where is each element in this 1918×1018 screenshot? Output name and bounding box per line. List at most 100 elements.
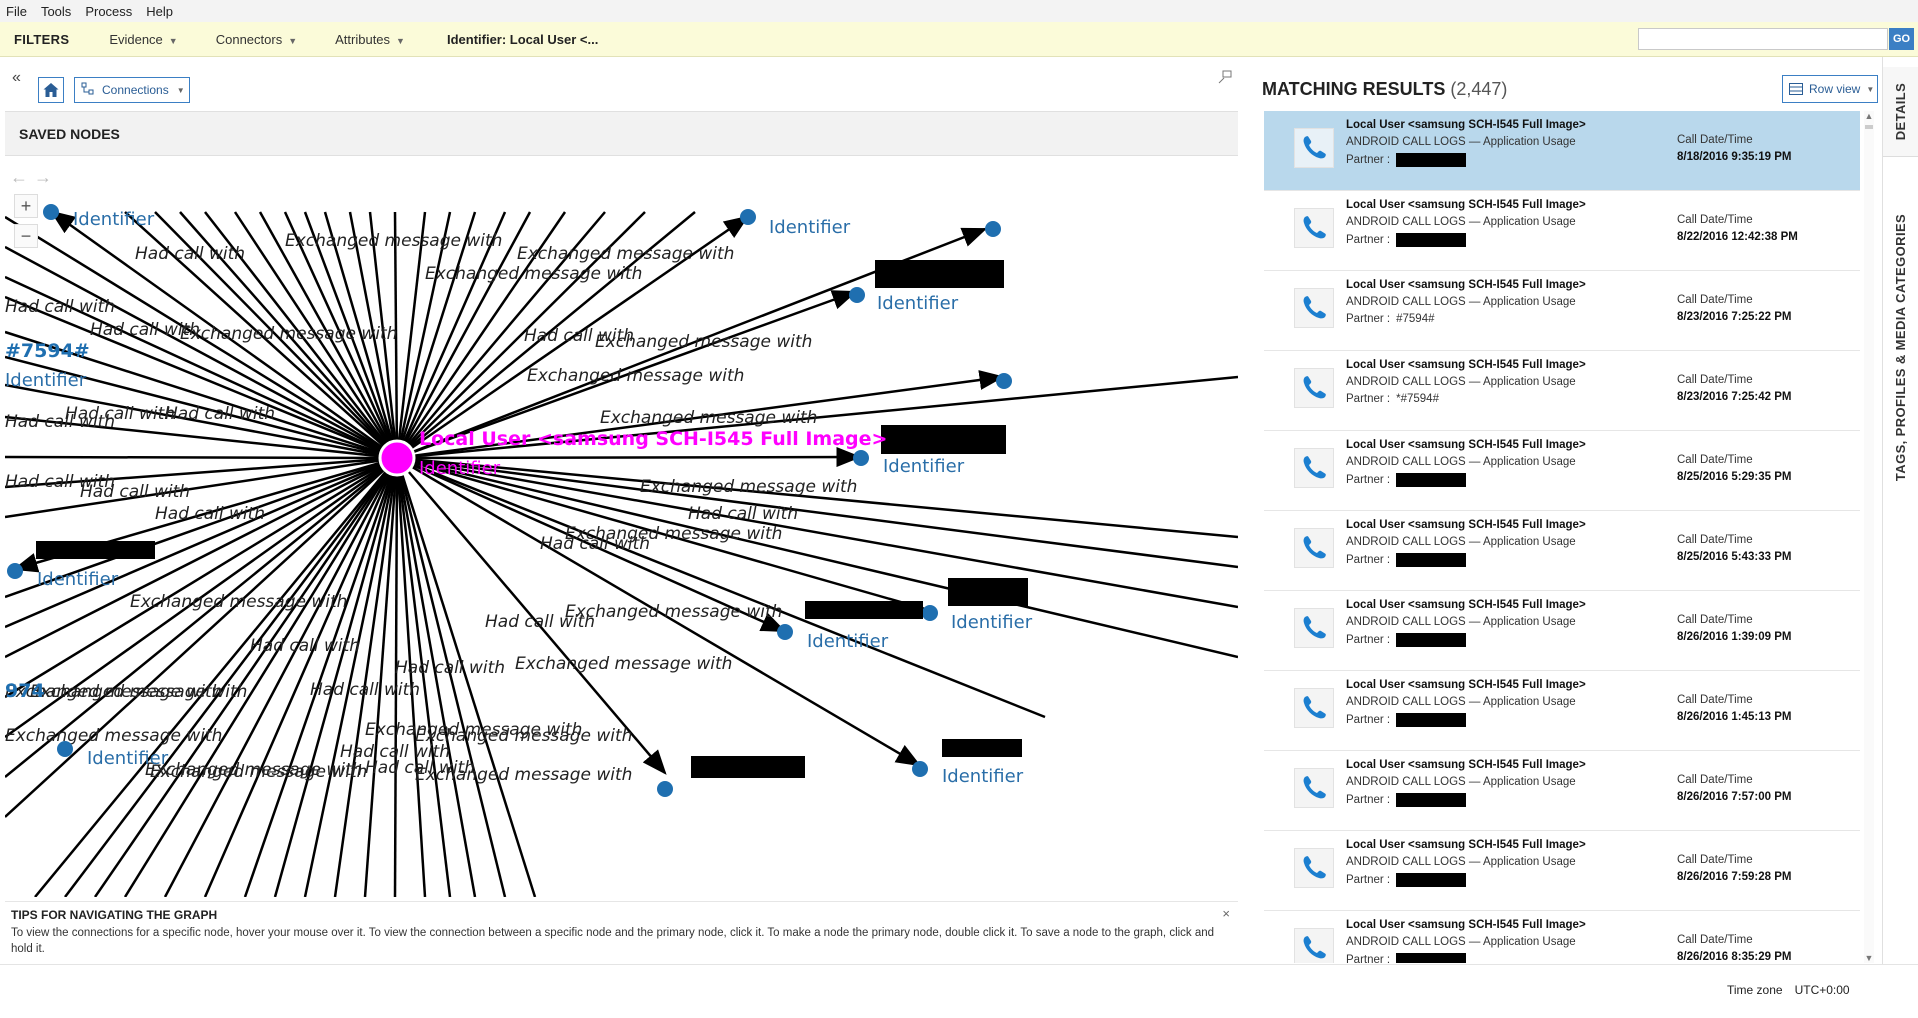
edge-label: Exchanged message with	[640, 477, 857, 497]
result-date: 8/23/2016 7:25:22 PM	[1677, 311, 1792, 323]
partner-value: #7594#	[1396, 313, 1435, 325]
node-identifier-label[interactable]: Identifier	[877, 293, 959, 314]
date-label: Call Date/Time	[1677, 134, 1753, 146]
menu-file[interactable]: File	[6, 4, 27, 19]
result-title: Local User <samsung SCH-I545 Full Image>	[1346, 759, 1586, 771]
result-row[interactable]: Local User <samsung SCH-I545 Full Image>…	[1264, 591, 1860, 671]
node-identifier-label[interactable]: Identifier	[951, 612, 1033, 633]
graph-node[interactable]	[57, 741, 73, 757]
graph-node[interactable]	[985, 221, 1001, 237]
graph-node[interactable]	[996, 373, 1012, 389]
zoom-out-button[interactable]: −	[14, 224, 38, 248]
result-title: Local User <samsung SCH-I545 Full Image>	[1346, 119, 1586, 131]
graph-node[interactable]	[740, 209, 756, 225]
zoom-in-button[interactable]: +	[14, 194, 38, 218]
node-identifier-label[interactable]: Identifier	[942, 766, 1024, 787]
edge-label: Exchanged message with	[565, 602, 782, 622]
filters-title: FILTERS	[14, 31, 70, 47]
timezone[interactable]: Time zone UTC+0:00	[1727, 983, 1850, 997]
tab-details[interactable]: DETAILS	[1883, 67, 1918, 157]
redacted-block	[36, 541, 155, 559]
graph-node[interactable]	[657, 781, 673, 797]
redacted-block	[1396, 873, 1467, 887]
menu-process[interactable]: Process	[85, 4, 132, 19]
filter-connectors[interactable]: Connectors ▼	[216, 32, 297, 47]
center-node-identifier[interactable]: Identifier	[419, 458, 501, 479]
graph-node[interactable]	[853, 450, 869, 466]
result-row[interactable]: Local User <samsung SCH-I545 Full Image>…	[1264, 671, 1860, 751]
node-identifier-label[interactable]: Identifier	[73, 209, 155, 230]
close-icon[interactable]: ×	[1222, 906, 1230, 921]
result-row[interactable]: Local User <samsung SCH-I545 Full Image>…	[1264, 191, 1860, 271]
node-identifier-label[interactable]: Identifier	[5, 370, 87, 391]
graph-canvas[interactable]: ← → + − Had call with Exchanged message w…	[5, 157, 1238, 897]
result-row[interactable]: Local User <samsung SCH-I545 Full Image>…	[1264, 431, 1860, 511]
menu-help[interactable]: Help	[146, 4, 173, 19]
result-partner: Partner :	[1346, 633, 1467, 647]
partner-label: Partner :	[1346, 874, 1391, 886]
scroll-up-icon[interactable]: ▲	[1864, 111, 1874, 121]
center-node[interactable]	[378, 439, 416, 477]
home-icon	[43, 83, 59, 97]
tab-tags-profiles-media[interactable]: TAGS, PROFILES & MEDIA CATEGORIES	[1883, 187, 1918, 507]
connections-dropdown[interactable]: Connections ▼	[74, 77, 190, 103]
node-identifier-label[interactable]: Identifier	[87, 748, 169, 769]
result-date: 8/26/2016 7:59:28 PM	[1677, 871, 1792, 883]
edge-label: Had call with	[250, 636, 360, 656]
redacted-block	[1396, 633, 1467, 647]
saved-nodes-header[interactable]: SAVED NODES	[5, 111, 1238, 156]
back-arrow-icon[interactable]: ←	[10, 167, 28, 188]
go-button[interactable]: GO	[1889, 28, 1914, 50]
result-row[interactable]: Local User <samsung SCH-I545 Full Image>…	[1264, 271, 1860, 351]
phone-icon	[1294, 768, 1334, 808]
filter-evidence[interactable]: Evidence ▼	[109, 32, 177, 47]
edge-label: Exchanged message with	[415, 765, 632, 785]
home-button[interactable]	[38, 77, 64, 103]
filter-attributes[interactable]: Attributes ▼	[335, 32, 405, 47]
search-input[interactable]	[1638, 28, 1888, 50]
graph-node[interactable]	[7, 563, 23, 579]
node-identifier-label[interactable]: Identifier	[807, 631, 889, 652]
date-label: Call Date/Time	[1677, 214, 1753, 226]
result-row[interactable]: Local User <samsung SCH-I545 Full Image>…	[1264, 751, 1860, 831]
partner-label: Partner :	[1346, 554, 1391, 566]
node-number-label[interactable]: #7594#	[5, 340, 90, 362]
node-identifier-label[interactable]: Identifier	[883, 456, 965, 477]
side-tabs: DETAILS TAGS, PROFILES & MEDIA CATEGORIE…	[1882, 57, 1918, 964]
result-partner: Partner :	[1346, 473, 1467, 487]
edge-label: Exchanged message with	[425, 264, 642, 284]
graph-node[interactable]	[922, 605, 938, 621]
menu-bar: File Tools Process Help	[0, 0, 1918, 22]
partner-label: Partner :	[1346, 954, 1391, 963]
edge-label: Exchanged message with	[5, 726, 222, 746]
row-view-dropdown[interactable]: Row view ▼	[1782, 75, 1878, 103]
forward-arrow-icon[interactable]: →	[34, 167, 52, 188]
result-row[interactable]: Local User <samsung SCH-I545 Full Image>…	[1264, 911, 1860, 963]
popout-icon[interactable]	[1218, 70, 1232, 84]
graph-node[interactable]	[849, 287, 865, 303]
results-count: (2,447)	[1450, 79, 1508, 99]
partner-label: Partner :	[1346, 634, 1391, 646]
results-scrollbar[interactable]: ▲ ▼	[1864, 111, 1874, 963]
result-row[interactable]: Local User <samsung SCH-I545 Full Image>…	[1264, 831, 1860, 911]
node-number-label[interactable]: 974	[5, 680, 45, 702]
graph-node[interactable]	[777, 624, 793, 640]
tips-panel: TIPS FOR NAVIGATING THE GRAPH To view th…	[5, 901, 1238, 961]
menu-tools[interactable]: Tools	[41, 4, 71, 19]
scroll-thumb[interactable]	[1865, 125, 1873, 129]
phone-icon	[1294, 848, 1334, 888]
result-date: 8/23/2016 7:25:42 PM	[1677, 391, 1792, 403]
result-row[interactable]: Local User <samsung SCH-I545 Full Image>…	[1264, 511, 1860, 591]
result-row[interactable]: Local User <samsung SCH-I545 Full Image>…	[1264, 351, 1860, 431]
result-row[interactable]: Local User <samsung SCH-I545 Full Image>…	[1264, 111, 1860, 191]
scroll-down-icon[interactable]: ▼	[1864, 953, 1874, 963]
graph-node[interactable]	[912, 761, 928, 777]
connections-label: Connections	[102, 83, 169, 97]
filter-identifier-chip[interactable]: Identifier: Local User <...	[447, 32, 598, 47]
node-identifier-label[interactable]: Identifier	[37, 569, 119, 590]
collapse-double-chevron-icon[interactable]: «	[12, 69, 21, 87]
center-node-label[interactable]: Local User <samsung SCH-I545 Full Image>	[419, 428, 887, 450]
result-title: Local User <samsung SCH-I545 Full Image>	[1346, 279, 1586, 291]
result-date: 8/25/2016 5:43:33 PM	[1677, 551, 1792, 563]
node-identifier-label[interactable]: Identifier	[769, 217, 851, 238]
